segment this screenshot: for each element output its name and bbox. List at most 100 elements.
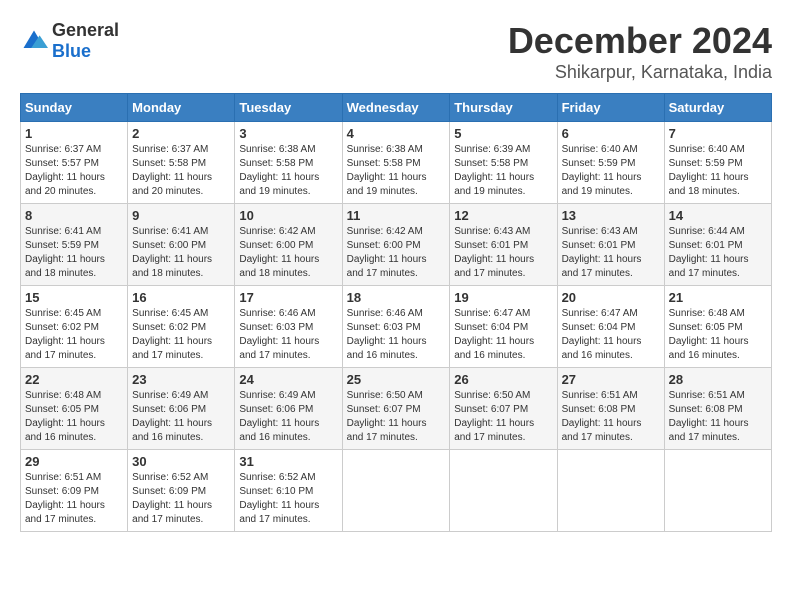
day-info: Sunrise: 6:49 AM Sunset: 6:06 PM Dayligh… [132, 389, 230, 445]
day-number: 16 [132, 290, 230, 305]
day-info: Sunrise: 6:48 AM Sunset: 6:05 PM Dayligh… [25, 389, 123, 445]
day-number: 25 [347, 372, 446, 387]
day-number: 6 [562, 126, 660, 141]
day-info: Sunrise: 6:41 AM Sunset: 6:00 PM Dayligh… [132, 225, 230, 281]
day-info: Sunrise: 6:52 AM Sunset: 6:09 PM Dayligh… [132, 471, 230, 527]
table-row: 14 Sunrise: 6:44 AM Sunset: 6:01 PM Dayli… [664, 204, 771, 286]
day-number: 18 [347, 290, 446, 305]
day-info: Sunrise: 6:43 AM Sunset: 6:01 PM Dayligh… [454, 225, 552, 281]
table-row: 17Sunrise: 6:46 AM Sunset: 6:03 PM Dayli… [235, 286, 342, 368]
day-number: 19 [454, 290, 552, 305]
day-info: Sunrise: 6:50 AM Sunset: 6:07 PM Dayligh… [454, 389, 552, 445]
day-number: 2 [132, 126, 230, 141]
table-row: 25 Sunrise: 6:50 AM Sunset: 6:07 PM Dayli… [342, 368, 450, 450]
header-saturday: Saturday [664, 94, 771, 122]
location-title: Shikarpur, Karnataka, India [508, 62, 772, 83]
day-info: Sunrise: 6:51 AM Sunset: 6:08 PM Dayligh… [669, 389, 767, 445]
header-sunday: Sunday [21, 94, 128, 122]
day-number: 30 [132, 454, 230, 469]
calendar-row: 15 Sunrise: 6:45 AM Sunset: 6:02 PM Dayli… [21, 286, 772, 368]
day-number: 11 [347, 208, 446, 223]
table-row: 31 Sunrise: 6:52 AM Sunset: 6:10 PM Dayli… [235, 450, 342, 532]
table-row: 26 Sunrise: 6:50 AM Sunset: 6:07 PM Dayli… [450, 368, 557, 450]
day-number: 4 [347, 126, 446, 141]
day-number: 20 [562, 290, 660, 305]
table-row: 19 Sunrise: 6:47 AM Sunset: 6:04 PM Dayli… [450, 286, 557, 368]
day-number: 5 [454, 126, 552, 141]
day-number: 1 [25, 126, 123, 141]
calendar-row: 22 Sunrise: 6:48 AM Sunset: 6:05 PM Dayli… [21, 368, 772, 450]
table-row: 15 Sunrise: 6:45 AM Sunset: 6:02 PM Dayli… [21, 286, 128, 368]
day-number: 24 [239, 372, 337, 387]
table-row: 18 Sunrise: 6:46 AM Sunset: 6:03 PM Dayli… [342, 286, 450, 368]
day-info: Sunrise: 6:42 AM Sunset: 6:00 PM Dayligh… [347, 225, 446, 281]
day-info: Sunrise: 6:38 AM Sunset: 5:58 PM Dayligh… [347, 143, 446, 199]
day-info: Sunrise: 6:44 AM Sunset: 6:01 PM Dayligh… [669, 225, 767, 281]
title-block: December 2024 Shikarpur, Karnataka, Indi… [508, 20, 772, 83]
logo: General Blue [20, 20, 119, 62]
month-title: December 2024 [508, 20, 772, 62]
table-row: 12 Sunrise: 6:43 AM Sunset: 6:01 PM Dayli… [450, 204, 557, 286]
day-info: Sunrise: 6:42 AM Sunset: 6:00 PM Dayligh… [239, 225, 337, 281]
day-number: 22 [25, 372, 123, 387]
day-info: Sunrise: 6:39 AM Sunset: 5:58 PM Dayligh… [454, 143, 552, 199]
header-monday: Monday [128, 94, 235, 122]
table-row: 8Sunrise: 6:41 AM Sunset: 5:59 PM Daylig… [21, 204, 128, 286]
day-number: 12 [454, 208, 552, 223]
day-info: Sunrise: 6:47 AM Sunset: 6:04 PM Dayligh… [454, 307, 552, 363]
table-row: 4 Sunrise: 6:38 AM Sunset: 5:58 PM Daylig… [342, 122, 450, 204]
day-number: 26 [454, 372, 552, 387]
day-info: Sunrise: 6:45 AM Sunset: 6:02 PM Dayligh… [132, 307, 230, 363]
table-row: 11 Sunrise: 6:42 AM Sunset: 6:00 PM Dayli… [342, 204, 450, 286]
table-row: 20Sunrise: 6:47 AM Sunset: 6:04 PM Dayli… [557, 286, 664, 368]
day-number: 17 [239, 290, 337, 305]
table-row: 24Sunrise: 6:49 AM Sunset: 6:06 PM Dayli… [235, 368, 342, 450]
day-number: 21 [669, 290, 767, 305]
day-number: 29 [25, 454, 123, 469]
day-info: Sunrise: 6:45 AM Sunset: 6:02 PM Dayligh… [25, 307, 123, 363]
calendar-table: Sunday Monday Tuesday Wednesday Thursday… [20, 93, 772, 532]
day-info: Sunrise: 6:38 AM Sunset: 5:58 PM Dayligh… [239, 143, 337, 199]
logo-general: General [52, 20, 119, 40]
header-thursday: Thursday [450, 94, 557, 122]
header-wednesday: Wednesday [342, 94, 450, 122]
table-row [450, 450, 557, 532]
table-row: 29 Sunrise: 6:51 AM Sunset: 6:09 PM Dayli… [21, 450, 128, 532]
day-info: Sunrise: 6:52 AM Sunset: 6:10 PM Dayligh… [239, 471, 337, 527]
table-row: 10 Sunrise: 6:42 AM Sunset: 6:00 PM Dayli… [235, 204, 342, 286]
table-row: 6 Sunrise: 6:40 AM Sunset: 5:59 PM Daylig… [557, 122, 664, 204]
day-number: 14 [669, 208, 767, 223]
day-info: Sunrise: 6:51 AM Sunset: 6:09 PM Dayligh… [25, 471, 123, 527]
day-number: 27 [562, 372, 660, 387]
calendar-row: 29 Sunrise: 6:51 AM Sunset: 6:09 PM Dayli… [21, 450, 772, 532]
day-number: 9 [132, 208, 230, 223]
header-row: Sunday Monday Tuesday Wednesday Thursday… [21, 94, 772, 122]
table-row [664, 450, 771, 532]
day-info: Sunrise: 6:43 AM Sunset: 6:01 PM Dayligh… [562, 225, 660, 281]
day-number: 10 [239, 208, 337, 223]
logo-blue: Blue [52, 41, 91, 61]
day-info: Sunrise: 6:41 AM Sunset: 5:59 PM Dayligh… [25, 225, 123, 281]
table-row [557, 450, 664, 532]
day-info: Sunrise: 6:40 AM Sunset: 5:59 PM Dayligh… [669, 143, 767, 199]
day-number: 13 [562, 208, 660, 223]
table-row: 1Sunrise: 6:37 AM Sunset: 5:57 PM Daylig… [21, 122, 128, 204]
table-row [342, 450, 450, 532]
day-info: Sunrise: 6:48 AM Sunset: 6:05 PM Dayligh… [669, 307, 767, 363]
logo-icon [20, 27, 48, 55]
table-row: 27Sunrise: 6:51 AM Sunset: 6:08 PM Dayli… [557, 368, 664, 450]
day-number: 7 [669, 126, 767, 141]
table-row: 16 Sunrise: 6:45 AM Sunset: 6:02 PM Dayli… [128, 286, 235, 368]
table-row: 7 Sunrise: 6:40 AM Sunset: 5:59 PM Daylig… [664, 122, 771, 204]
table-row: 13 Sunrise: 6:43 AM Sunset: 6:01 PM Dayli… [557, 204, 664, 286]
day-info: Sunrise: 6:40 AM Sunset: 5:59 PM Dayligh… [562, 143, 660, 199]
page-header: General Blue December 2024 Shikarpur, Ka… [20, 20, 772, 83]
day-number: 31 [239, 454, 337, 469]
header-friday: Friday [557, 94, 664, 122]
day-number: 15 [25, 290, 123, 305]
day-info: Sunrise: 6:37 AM Sunset: 5:58 PM Dayligh… [132, 143, 230, 199]
table-row: 30 Sunrise: 6:52 AM Sunset: 6:09 PM Dayli… [128, 450, 235, 532]
calendar-row: 8Sunrise: 6:41 AM Sunset: 5:59 PM Daylig… [21, 204, 772, 286]
day-info: Sunrise: 6:50 AM Sunset: 6:07 PM Dayligh… [347, 389, 446, 445]
day-info: Sunrise: 6:46 AM Sunset: 6:03 PM Dayligh… [347, 307, 446, 363]
